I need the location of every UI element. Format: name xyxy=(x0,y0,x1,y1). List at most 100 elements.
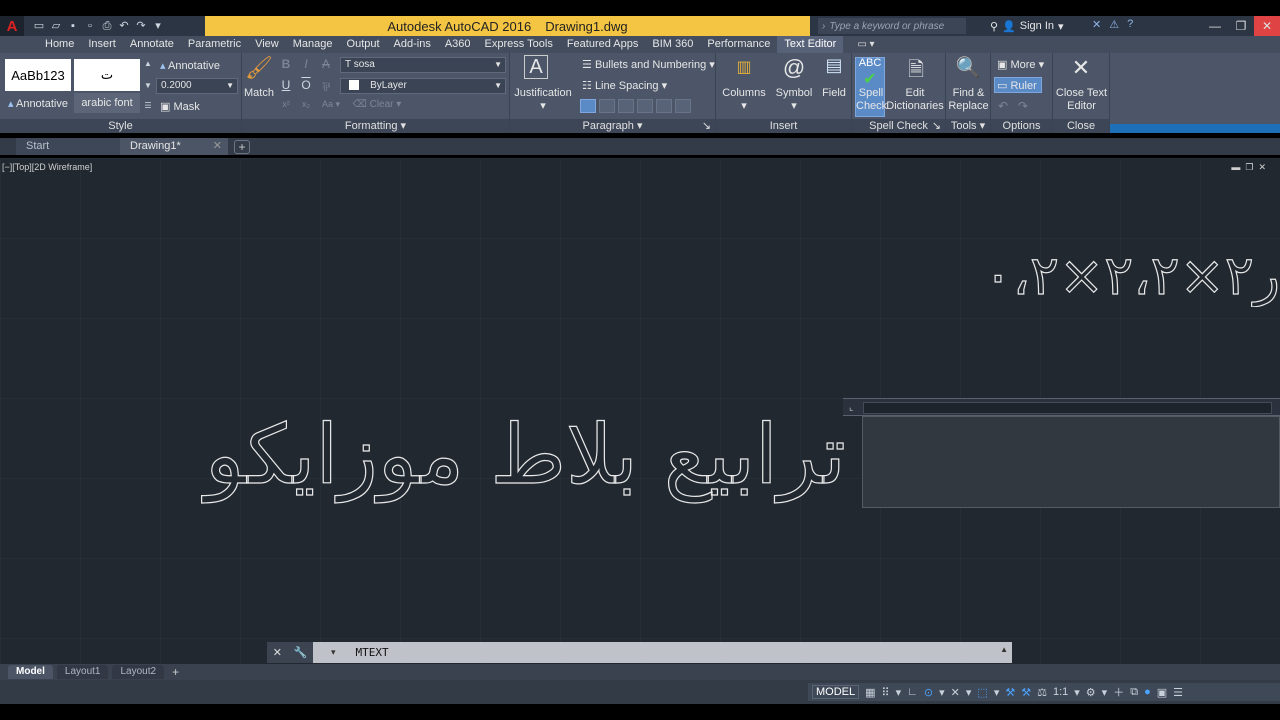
gear-icon[interactable]: ⚙ xyxy=(1086,686,1096,699)
align-center-icon[interactable] xyxy=(618,99,634,113)
text-height-field[interactable]: 0.2000 ▼ xyxy=(156,78,238,94)
chevron-down-icon[interactable]: ▾ xyxy=(1102,686,1108,699)
scroll-up-icon[interactable]: ▲ xyxy=(143,59,153,68)
style-preview-2[interactable]: ت xyxy=(74,59,140,91)
tab-drawing1[interactable]: Drawing1* ✕ xyxy=(120,138,228,155)
more-button[interactable]: ▣ More ▾ xyxy=(997,58,1044,71)
drawing-text-dimensions[interactable]: ر٢×٢،٢×٠،٢ر xyxy=(990,244,1280,307)
strikethrough-button[interactable]: A xyxy=(320,57,332,71)
columns-button[interactable]: Columns ▾ xyxy=(720,87,768,113)
help-search-input[interactable]: › Type a keyword or phrase xyxy=(818,18,966,34)
annotation-scale-value[interactable]: 1:1 xyxy=(1053,686,1068,698)
font-dropdown[interactable]: T sosa ▼ xyxy=(340,57,506,73)
justify-icon[interactable] xyxy=(656,99,672,113)
change-case-button[interactable]: Aa ▾ xyxy=(318,99,344,110)
polar-icon[interactable]: ⊙ xyxy=(924,686,933,699)
tab-manage[interactable]: Manage xyxy=(286,36,340,53)
underline-button[interactable]: U xyxy=(280,78,292,92)
open-icon[interactable]: ▱ xyxy=(49,19,63,33)
grid-icon[interactable]: ▦ xyxy=(865,686,875,699)
hardware-acceleration-icon[interactable]: ● xyxy=(1144,686,1151,698)
chevron-down-icon[interactable]: ▾ xyxy=(896,686,902,699)
osnap-tracking-icon[interactable]: ✕ xyxy=(951,686,960,699)
overline-button[interactable]: O xyxy=(300,78,312,92)
italic-button[interactable]: I xyxy=(300,57,312,71)
clear-formatting-button[interactable]: ⌫ Clear ▾ xyxy=(350,99,404,110)
osnap-icon[interactable]: ⬚ xyxy=(977,686,987,699)
command-history-icon[interactable]: ▾ xyxy=(331,647,336,658)
undo-icon[interactable]: ↶ xyxy=(997,99,1009,113)
save-as-icon[interactable]: ▫ xyxy=(83,19,97,33)
subscript-icon[interactable]: x₂ xyxy=(300,99,312,109)
chevron-down-icon[interactable]: ▾ xyxy=(939,686,945,699)
model-space-button[interactable]: MODEL xyxy=(812,685,860,699)
mtext-editor-box[interactable] xyxy=(862,416,1280,508)
tab-performance[interactable]: Performance xyxy=(700,36,777,53)
qat-dropdown-icon[interactable]: ▾ xyxy=(151,19,165,33)
align-left-icon[interactable] xyxy=(599,99,615,113)
application-menu-button[interactable]: A xyxy=(0,16,24,36)
tab-bim-360[interactable]: BIM 360 xyxy=(645,36,700,53)
tab-featured-apps[interactable]: Featured Apps xyxy=(560,36,646,53)
align-default-icon[interactable] xyxy=(580,99,596,113)
plus-icon[interactable]: ＋ xyxy=(1113,684,1124,700)
field-button[interactable]: Field xyxy=(820,87,848,100)
redo-icon[interactable]: ↷ xyxy=(1017,99,1029,113)
tab-a360[interactable]: A360 xyxy=(438,36,478,53)
symbol-button[interactable]: Symbol ▾ xyxy=(772,87,816,113)
superscript-icon[interactable]: x² xyxy=(280,99,292,109)
style-preview-1[interactable]: AaBb123 xyxy=(5,59,71,91)
tools-panel-title[interactable]: Tools ▾ xyxy=(946,119,990,133)
oblique-icon[interactable]: ⅌ xyxy=(320,78,332,95)
style-font-name[interactable]: arabic font xyxy=(74,93,140,113)
chevron-down-icon[interactable]: ▾ xyxy=(1074,686,1080,699)
tab-add-ins[interactable]: Add-ins xyxy=(387,36,438,53)
dialog-launcher-icon[interactable]: ↘ xyxy=(702,119,711,133)
tab-home[interactable]: Home xyxy=(38,36,81,53)
close-window-icon[interactable]: ✕ xyxy=(1254,16,1280,36)
spell-check-button[interactable]: Spell Check xyxy=(856,87,887,113)
spell-check-panel-title[interactable]: Spell Check ↘ xyxy=(852,119,945,133)
new-tab-icon[interactable]: + xyxy=(234,139,250,154)
paragraph-panel-title[interactable]: Paragraph ▾ ↘ xyxy=(510,119,715,133)
tab-text-editor[interactable]: Text Editor xyxy=(777,36,844,53)
align-right-icon[interactable] xyxy=(637,99,653,113)
tab-output[interactable]: Output xyxy=(340,36,387,53)
close-text-editor-button[interactable]: Close Text Editor xyxy=(1053,87,1110,113)
new-icon[interactable]: ▭ xyxy=(32,19,46,33)
tab-annotate[interactable]: Annotate xyxy=(123,36,181,53)
minimize-icon[interactable]: ▬ xyxy=(1231,162,1240,173)
exchange-icon[interactable]: ✕ xyxy=(1092,18,1101,31)
style-expand-icon[interactable]: ☰ xyxy=(143,101,153,110)
justification-button[interactable]: Justification ▾ xyxy=(514,87,572,113)
wrench-icon[interactable]: 🔧 xyxy=(294,646,308,659)
ortho-icon[interactable]: ∟ xyxy=(907,686,918,698)
plot-icon[interactable]: ⎙ xyxy=(100,19,114,33)
line-spacing-button[interactable]: ☷ Line Spacing ▾ xyxy=(582,79,667,92)
color-dropdown[interactable]: ByLayer ▼ xyxy=(340,78,506,94)
drawing-text-title[interactable]: ترابيع بلاط موزايكو xyxy=(204,407,846,503)
tab-layout2[interactable]: Layout2 xyxy=(112,665,165,679)
dialog-launcher-icon[interactable]: ↘ xyxy=(932,119,941,133)
mtext-ruler[interactable]: ⌞ xyxy=(843,398,1280,416)
bullets-numbering-button[interactable]: ☰ Bullets and Numbering ▾ xyxy=(582,58,715,71)
mask-button[interactable]: ▣ Mask xyxy=(160,100,200,113)
match-button[interactable]: Match xyxy=(244,87,274,100)
auto-scale-icon[interactable]: ⚒ xyxy=(1021,686,1031,699)
annotation-scale-icon[interactable]: ⚖ xyxy=(1037,686,1047,699)
chevron-up-icon[interactable]: ▲ xyxy=(1000,645,1008,654)
maximize-icon[interactable]: ❐ xyxy=(1228,16,1254,36)
snap-icon[interactable]: ⠿ xyxy=(882,686,890,699)
find-replace-button[interactable]: Find & Replace xyxy=(946,87,991,113)
tab-express-tools[interactable]: Express Tools xyxy=(478,36,560,53)
chevron-down-icon[interactable]: ▾ xyxy=(994,686,1000,699)
distribute-icon[interactable] xyxy=(675,99,691,113)
formatting-panel-title[interactable]: Formatting ▾ xyxy=(242,119,509,133)
drawing-canvas[interactable]: [−][Top][2D Wireframe] ▬ ❐ ✕ ر٢×٢،٢×٠،٢ر… xyxy=(0,158,1280,664)
close-icon[interactable]: ✕ xyxy=(273,646,282,659)
bold-button[interactable]: B xyxy=(280,57,292,71)
ribbon-minimize-icon[interactable]: ▭ ▾ xyxy=(857,39,874,50)
scroll-down-icon[interactable]: ▼ xyxy=(143,81,153,90)
add-layout-icon[interactable]: + xyxy=(172,665,179,679)
save-icon[interactable]: ▪ xyxy=(66,19,80,33)
